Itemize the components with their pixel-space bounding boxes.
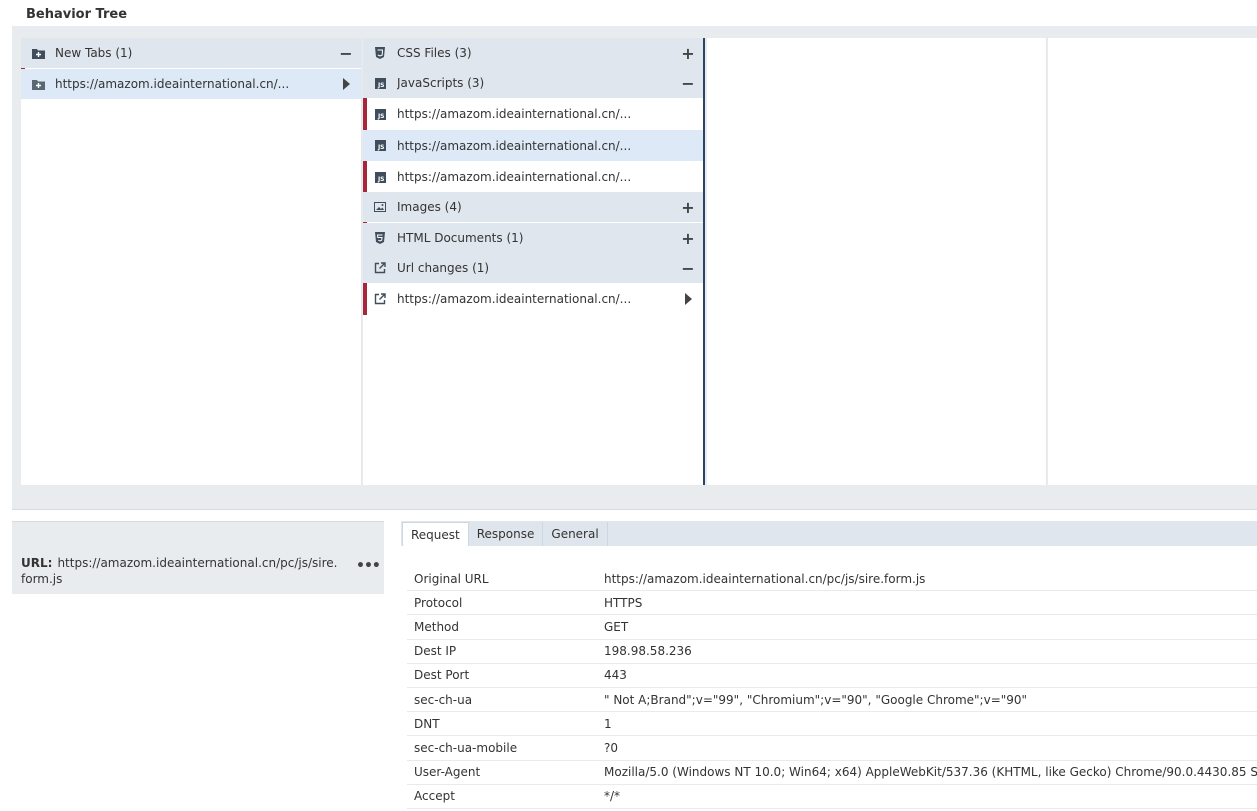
js-icon: JS — [373, 76, 387, 90]
request-key: Dest IP — [414, 644, 457, 659]
tree-column-2: CSS Files (3) + JS JavaScripts (3) − JS … — [363, 38, 705, 485]
table-row: Dest IP 198.98.58.236 — [407, 640, 1257, 664]
tab-general[interactable]: General — [543, 522, 608, 546]
request-value: https://amazom.ideainternational.cn/pc/j… — [604, 571, 926, 586]
tree-group-css-files[interactable]: CSS Files (3) + — [363, 38, 703, 68]
js-icon: JS — [373, 170, 387, 184]
tree-item-label: https://amazom.ideainternational.cn/... — [397, 292, 632, 306]
request-value: " Not A;Brand";v="99", "Chromium";v="90"… — [604, 692, 1028, 707]
expand-arrow-icon[interactable] — [673, 293, 703, 305]
tree-column-4 — [1048, 38, 1257, 485]
request-value: HTTPS — [604, 595, 643, 610]
request-value: GET — [604, 619, 629, 634]
expand-plus-icon[interactable]: + — [673, 229, 703, 248]
tab-response[interactable]: Response — [468, 522, 544, 546]
tree-item-url-change[interactable]: https://amazom.ideainternational.cn/... — [363, 284, 703, 314]
folder-plus-icon — [31, 46, 45, 60]
detail-tabs: Request Response General — [401, 521, 1257, 546]
table-row: Dest Port 443 — [407, 664, 1257, 688]
table-row: User-Agent Mozilla/5.0 (Windows NT 10.0; … — [407, 761, 1257, 785]
request-value: 198.98.58.236 — [604, 644, 692, 659]
tree-item-label: https://amazom.ideainternational.cn/... — [397, 170, 632, 184]
tree-item-label: https://amazom.ideainternational.cn/... — [55, 77, 290, 91]
url-detail-text: URL: https://amazom.ideainternational.cn/… — [21, 555, 341, 587]
tree-item-new-tab-url[interactable]: https://amazom.ideainternational.cn/... — [21, 69, 361, 99]
tree-group-javascripts[interactable]: JS JavaScripts (3) − — [363, 68, 703, 98]
request-key: Protocol — [414, 595, 463, 610]
image-icon — [373, 200, 387, 214]
request-key: DNT — [414, 716, 440, 731]
collapse-icon[interactable]: − — [331, 44, 361, 63]
tree-item-js-1[interactable]: JS https://amazom.ideainternational.cn/.… — [363, 99, 703, 129]
behavior-tree-panel: New Tabs (1) − https://amazom.ideaintern… — [12, 29, 1257, 510]
table-row: DNT 1 — [407, 712, 1257, 737]
tree-item-js-3[interactable]: JS https://amazom.ideainternational.cn/.… — [363, 162, 703, 192]
tree-group-label: JavaScripts (3) — [397, 76, 485, 90]
more-options-button[interactable]: ••• — [356, 558, 381, 574]
expand-plus-icon[interactable]: + — [673, 44, 703, 63]
request-value: */* — [604, 789, 621, 804]
expand-plus-icon[interactable]: + — [673, 198, 703, 217]
tree-group-label: HTML Documents (1) — [397, 231, 524, 245]
collapse-icon[interactable]: − — [673, 259, 703, 278]
folder-plus-icon — [31, 77, 45, 91]
css3-icon — [373, 46, 387, 60]
request-key: Accept — [414, 789, 455, 804]
request-key: User-Agent — [414, 765, 481, 780]
tab-request[interactable]: Request — [402, 522, 469, 546]
request-value: Mozilla/5.0 (Windows NT 10.0; Win64; x64… — [604, 765, 1257, 780]
html5-icon — [373, 231, 387, 245]
tree-group-url-changes[interactable]: Url changes (1) − — [363, 253, 703, 283]
tree-group-new-tabs[interactable]: New Tabs (1) − — [21, 38, 361, 68]
url-detail-panel: URL: https://amazom.ideainternational.cn/… — [12, 521, 384, 594]
js-icon: JS — [373, 107, 387, 121]
tree-group-label: Images (4) — [397, 200, 462, 214]
table-row: Protocol HTTPS — [407, 591, 1257, 616]
tree-group-images[interactable]: Images (4) + — [363, 192, 703, 222]
external-link-icon — [373, 261, 387, 275]
tree-group-html-documents[interactable]: HTML Documents (1) + — [363, 223, 703, 253]
table-row: Original URL https://amazom.ideainternati… — [407, 567, 1257, 592]
table-row: Method GET — [407, 615, 1257, 640]
request-value: 1 — [604, 716, 612, 731]
request-key: Dest Port — [414, 668, 470, 683]
page-title: Behavior Tree — [26, 7, 128, 22]
url-label: URL: — [21, 556, 53, 570]
tree-group-label: New Tabs (1) — [55, 46, 133, 60]
tree-column-1: New Tabs (1) − https://amazom.ideaintern… — [21, 38, 362, 485]
request-table: Original URL https://amazom.ideainternati… — [407, 567, 1257, 809]
request-key: sec-ch-ua-mobile — [414, 740, 518, 755]
js-icon: JS — [373, 139, 387, 153]
table-row: sec-ch-ua-mobile ?0 — [407, 736, 1257, 761]
request-key: Original URL — [414, 571, 489, 586]
request-value: 443 — [604, 668, 627, 683]
tree-group-label: Url changes (1) — [397, 261, 490, 275]
request-key: Method — [414, 619, 460, 634]
collapse-icon[interactable]: − — [673, 74, 703, 93]
tree-item-js-2[interactable]: JS https://amazom.ideainternational.cn/.… — [363, 130, 703, 161]
url-value: https://amazom.ideainternational.cn/pc/j… — [21, 556, 338, 586]
request-key: sec-ch-ua — [414, 692, 473, 707]
external-link-icon — [373, 292, 387, 306]
tree-item-label: https://amazom.ideainternational.cn/... — [397, 138, 632, 153]
tree-column-3 — [707, 38, 1047, 485]
tree-group-label: CSS Files (3) — [397, 46, 472, 60]
request-value: ?0 — [604, 740, 619, 755]
tree-item-label: https://amazom.ideainternational.cn/... — [397, 107, 632, 121]
expand-arrow-icon[interactable] — [331, 78, 361, 90]
table-row: Accept */* — [407, 785, 1257, 809]
table-row: sec-ch-ua " Not A;Brand";v="99", "Chromiu… — [407, 688, 1257, 713]
